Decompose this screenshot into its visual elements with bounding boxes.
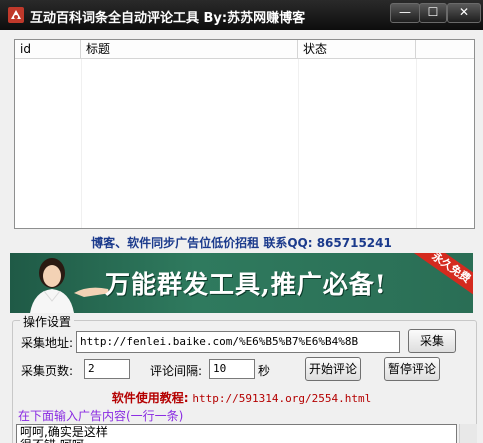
seconds-unit: 秒 [258,364,271,378]
url-input[interactable]: http://fenlei.baike.com/%E6%B5%B7%E6%B4%… [76,331,400,353]
tutorial-line: 软件使用教程: http://591314.org/2554.html [0,389,483,406]
listview-header: id 标题 状态 [15,40,474,59]
pages-label: 采集页数: [21,364,74,378]
results-listview[interactable]: id 标题 状态 [14,39,475,229]
grid-line [416,59,417,228]
interval-label: 评论间隔: [150,364,203,378]
grid-line [298,59,299,228]
start-comment-button[interactable]: 开始评论 [305,357,361,381]
close-button[interactable]: ✕ [447,3,481,23]
column-header-status[interactable]: 状态 [298,40,416,58]
banner-slogan: 万能群发工具,推广必备! [105,270,387,299]
pause-comment-button[interactable]: 暂停评论 [384,357,440,381]
interval-input[interactable]: 10 [209,359,255,379]
minimize-button[interactable]: — [390,3,420,23]
url-label: 采集地址: [21,336,74,350]
maximize-button[interactable]: ☐ [419,3,447,23]
ad-content-text: 呵呵,确实是这样 很不错,呵呵 [20,425,108,443]
grid-line [81,59,82,228]
collect-button[interactable]: 采集 [408,329,456,353]
ad-rental-notice: 博客、软件同步广告位低价招租 联系QQ: 865715241 [91,236,392,250]
promo-banner[interactable]: 万能群发工具,推广必备! 永久免费 [10,253,473,313]
free-ribbon: 永久免费 [413,253,473,299]
window-title: 互动百科词条全自动评论工具 By:苏苏网赚博客 [30,11,306,26]
ad-content-label: 在下面输入广告内容(一行一条) [18,409,184,423]
pages-input[interactable]: 2 [84,359,130,379]
textarea-scrollbar[interactable] [459,424,477,443]
column-header-title[interactable]: 标题 [81,40,298,58]
app-logo-icon [8,7,24,23]
settings-group-title: 操作设置 [20,313,75,330]
tutorial-link[interactable]: http://591314.org/2554.html [192,392,371,405]
app-window: 互动百科词条全自动评论工具 By:苏苏网赚博客 — ☐ ✕ id 标题 状态 博… [0,0,483,443]
ad-content-textarea[interactable]: 呵呵,确实是这样 很不错,呵呵 [16,424,457,443]
woman-image [30,258,74,313]
column-header-id[interactable]: id [15,40,81,58]
title-bar[interactable]: 互动百科词条全自动评论工具 By:苏苏网赚博客 — ☐ ✕ [0,0,483,30]
tutorial-label: 软件使用教程: [111,391,189,405]
